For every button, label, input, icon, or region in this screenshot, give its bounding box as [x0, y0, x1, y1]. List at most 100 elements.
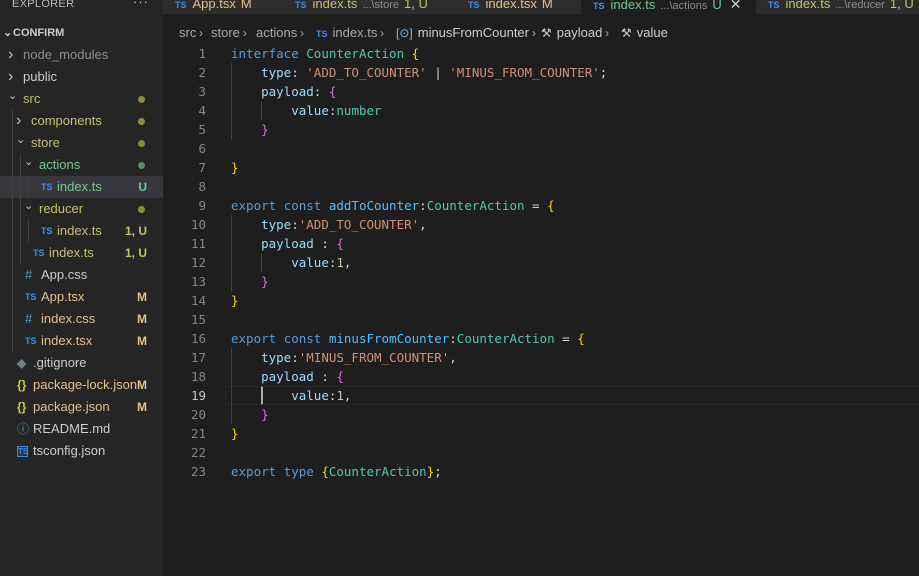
typescript-file-icon: TS: [41, 182, 53, 192]
more-actions-icon[interactable]: ···: [133, 0, 149, 9]
code-token: number: [336, 103, 382, 118]
chevron-right-icon: ›: [300, 26, 304, 40]
json-file-icon: {}: [17, 378, 27, 392]
folder-item[interactable]: › node_modules: [0, 44, 163, 66]
code-text: export const addToCounter:CounterAction …: [231, 196, 555, 215]
ts-file-icon: TS: [316, 29, 328, 39]
tree-item-label: actions: [39, 157, 81, 172]
folder-item[interactable]: ⌄ src: [0, 88, 163, 110]
file-item[interactable]: TS tsconfig.json: [0, 440, 163, 462]
explorer-sidebar: EXPLORER ··· ⌄ CONFIRM › node_modules › pub…: [0, 0, 163, 576]
folder-item[interactable]: ⌄ reducer: [0, 198, 163, 220]
code-token: {: [321, 464, 329, 479]
chevron-right-icon: ›: [8, 46, 14, 63]
code-token: ;: [599, 65, 608, 80]
indent-guide: [20, 176, 21, 198]
editor-tab[interactable]: TS index.ts ...\actions U ✕: [581, 0, 757, 14]
file-item[interactable]: TS index.ts 1, U: [0, 242, 163, 264]
tree-item-label: index.ts: [57, 179, 102, 194]
code-text: }: [231, 405, 269, 424]
close-icon[interactable]: ✕: [730, 0, 742, 12]
breadcrumb-item[interactable]: ⚒ payload: [541, 22, 602, 44]
breadcrumb-label: actions: [256, 25, 298, 40]
typescript-file-icon: TS: [295, 0, 307, 10]
breadcrumb-item[interactable]: [⊙] minusFromCounter: [396, 22, 529, 44]
tree-item-label: index.ts: [57, 223, 102, 238]
file-item[interactable]: ◆ .gitignore: [0, 352, 163, 374]
typescript-file-icon: TS: [41, 226, 53, 236]
chevron-down-icon: ⌄: [16, 134, 26, 146]
code-token: 'MINUS_FROM_COUNTER': [298, 350, 450, 365]
code-token: :: [291, 65, 307, 80]
typescript-file-icon: TS: [25, 292, 37, 302]
code-text: }: [231, 120, 269, 139]
indent-guide: [12, 132, 13, 154]
tree-item-label: tsconfig.json: [33, 443, 106, 458]
typescript-file-icon: TS: [768, 0, 780, 10]
file-item[interactable]: {} package-lock.json M: [0, 374, 163, 396]
chevron-down-icon: ⌄: [24, 200, 34, 212]
line-number: 1: [198, 46, 206, 61]
code-editor[interactable]: 1 interface CounterAction {2 type: 'ADD_T…: [163, 44, 919, 576]
tree-item-label: public: [23, 69, 57, 84]
tree-item-label: package-lock.json: [33, 377, 138, 392]
editor-tab[interactable]: TS index.ts ...\reducer 1, U: [756, 0, 919, 14]
folder-item[interactable]: ⌄ actions: [0, 154, 163, 176]
code-text: value:number: [231, 101, 382, 120]
indent-guide: [12, 198, 13, 220]
code-line: 15: [163, 310, 919, 329]
git-status-badge: M: [137, 290, 147, 304]
code-token: :: [419, 198, 427, 213]
file-item[interactable]: # index.css M: [0, 308, 163, 330]
editor-tab[interactable]: TS App.tsx M: [163, 0, 284, 14]
file-item[interactable]: TS index.tsx M: [0, 330, 163, 352]
typescript-file-icon: TS: [175, 0, 187, 10]
code-token: :: [291, 350, 299, 365]
indent-guide: [12, 110, 13, 132]
file-item[interactable]: TS App.tsx M: [0, 286, 163, 308]
tree-item-label: .gitignore: [33, 355, 87, 370]
breadcrumb-item[interactable]: store: [211, 22, 240, 44]
code-token: addToCounter: [328, 198, 420, 213]
line-number: 17: [190, 350, 206, 365]
line-number: 14: [190, 293, 206, 308]
typescript-file-icon: TS: [33, 248, 45, 258]
folder-item[interactable]: › public: [0, 66, 163, 88]
code-token: 1: [336, 255, 344, 270]
code-token: value: [291, 388, 329, 403]
code-token: :: [449, 331, 457, 346]
code-token: :: [313, 236, 337, 251]
file-item[interactable]: # App.css: [0, 264, 163, 286]
code-text: value:1,: [231, 253, 351, 272]
editor-tab[interactable]: TS index.tsx M: [456, 0, 582, 14]
code-text: }: [231, 424, 239, 443]
code-token: ,: [419, 217, 427, 232]
indent-guide: [12, 330, 13, 352]
code-token: 'ADD_TO_COUNTER': [298, 217, 420, 232]
chevron-right-icon: ›: [199, 26, 203, 40]
file-item[interactable]: {} package.json M: [0, 396, 163, 418]
breadcrumb-item[interactable]: TS index.ts: [316, 22, 377, 45]
file-item[interactable]: TS index.ts 1, U: [0, 220, 163, 242]
code-token: =: [524, 198, 548, 213]
tab-label: index.tsx: [485, 0, 537, 11]
tree-item-label: reducer: [39, 201, 84, 216]
project-root-header[interactable]: ⌄ CONFIRM: [0, 22, 163, 44]
indent-guide: [12, 308, 13, 330]
code-text: interface CounterAction {: [231, 44, 419, 63]
code-token: :: [313, 84, 329, 99]
git-status-badge: M: [137, 312, 147, 326]
editor-tab[interactable]: TS index.ts ...\store 1, U: [283, 0, 457, 14]
breadcrumb-item[interactable]: ⚒ value: [621, 22, 668, 44]
breadcrumb-item[interactable]: actions: [256, 22, 297, 44]
code-line: 3 payload: {: [163, 82, 919, 101]
breadcrumb-item[interactable]: src: [179, 22, 196, 44]
modified-dot-icon: [138, 118, 145, 125]
code-token: {: [328, 84, 337, 99]
breadcrumb-label: index.ts: [332, 25, 378, 40]
chevron-right-icon: ›: [605, 26, 609, 40]
file-item[interactable]: ⓘ README.md: [0, 418, 163, 440]
